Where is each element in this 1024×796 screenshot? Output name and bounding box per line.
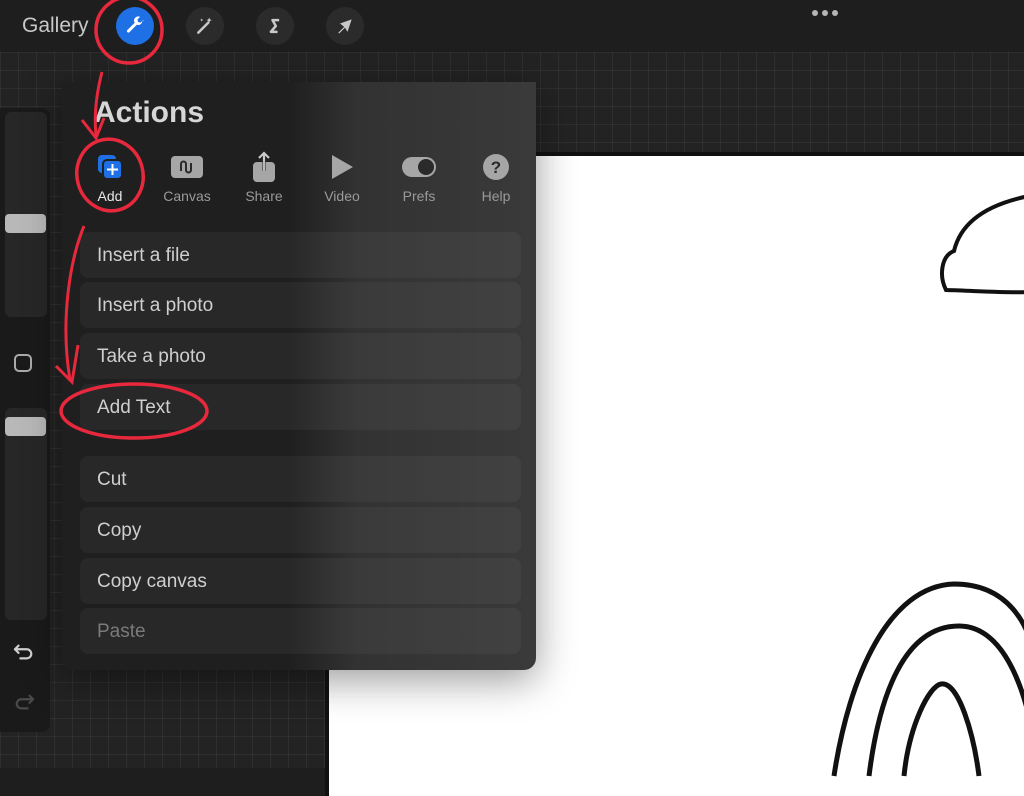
actions-tabs: Add Canvas Share Video Prefs ? Help — [62, 150, 536, 210]
opacity-slider[interactable] — [5, 408, 47, 620]
magic-wand-icon — [197, 17, 212, 34]
undo-icon[interactable] — [13, 642, 35, 662]
wrench-icon — [126, 16, 144, 33]
more-options-button[interactable] — [812, 10, 838, 16]
ellipsis-dot — [822, 10, 828, 16]
tab-label: Help — [481, 188, 511, 204]
item-label: Insert a file — [97, 245, 190, 266]
item-label: Copy — [97, 520, 142, 541]
rainbow-middle-arc — [866, 623, 1024, 777]
tab-share[interactable]: Share — [232, 150, 296, 210]
cloud-drawing — [940, 195, 1024, 295]
left-sidebar — [0, 108, 50, 732]
item-label: Insert a photo — [97, 295, 214, 316]
opacity-thumb[interactable] — [5, 417, 46, 436]
brush-size-thumb[interactable] — [5, 214, 46, 233]
item-label: Add Text — [97, 397, 171, 418]
copy-item[interactable]: Copy — [80, 507, 521, 553]
paste-item: Paste — [80, 608, 521, 654]
svg-text:?: ? — [491, 158, 501, 177]
toggle-icon — [402, 157, 436, 177]
tab-label: Share — [245, 188, 283, 204]
insert-photo-item[interactable]: Insert a photo — [80, 282, 521, 328]
rainbow-outer-arc — [831, 581, 1024, 777]
help-icon: ? — [483, 154, 509, 180]
tab-video[interactable]: Video — [310, 150, 374, 210]
tab-label: Add — [97, 188, 123, 204]
insert-file-item[interactable]: Insert a file — [80, 232, 521, 278]
add-layers-icon — [98, 155, 123, 180]
arrow-cursor-icon — [338, 19, 352, 34]
tab-label: Video — [324, 188, 360, 204]
canvas-icon — [171, 156, 203, 178]
top-toolbar: Gallery — [0, 0, 1024, 52]
selection-button[interactable] — [256, 7, 294, 45]
rainbow-inner-arc — [901, 681, 982, 777]
tab-canvas[interactable]: Canvas — [155, 150, 219, 210]
item-label: Cut — [97, 469, 127, 490]
add-text-item[interactable]: Add Text — [80, 384, 521, 430]
ellipsis-icon — [812, 10, 818, 16]
tab-add[interactable]: Add — [78, 150, 142, 210]
tab-prefs[interactable]: Prefs — [387, 150, 451, 210]
adjustments-button[interactable] — [186, 7, 224, 45]
panel-title: Actions — [94, 96, 205, 129]
tab-label: Canvas — [163, 188, 211, 204]
take-photo-item[interactable]: Take a photo — [80, 333, 521, 379]
actions-button[interactable] — [116, 7, 154, 45]
transform-button[interactable] — [326, 7, 364, 45]
redo-icon[interactable] — [13, 692, 35, 712]
item-label: Paste — [97, 621, 146, 642]
actions-panel: Actions Add Canvas Share Video Prefs ? H… — [62, 82, 536, 670]
selection-s-icon — [269, 18, 280, 34]
cut-item[interactable]: Cut — [80, 456, 521, 502]
share-icon — [253, 151, 275, 182]
play-icon — [332, 155, 353, 179]
tab-label: Prefs — [402, 188, 436, 204]
item-label: Take a photo — [97, 346, 206, 367]
item-label: Copy canvas — [97, 571, 207, 592]
modify-button[interactable] — [14, 354, 32, 372]
gallery-button[interactable]: Gallery — [22, 14, 89, 38]
tab-help[interactable]: ? Help — [464, 150, 528, 210]
copy-canvas-item[interactable]: Copy canvas — [80, 558, 521, 604]
ellipsis-dot — [832, 10, 838, 16]
